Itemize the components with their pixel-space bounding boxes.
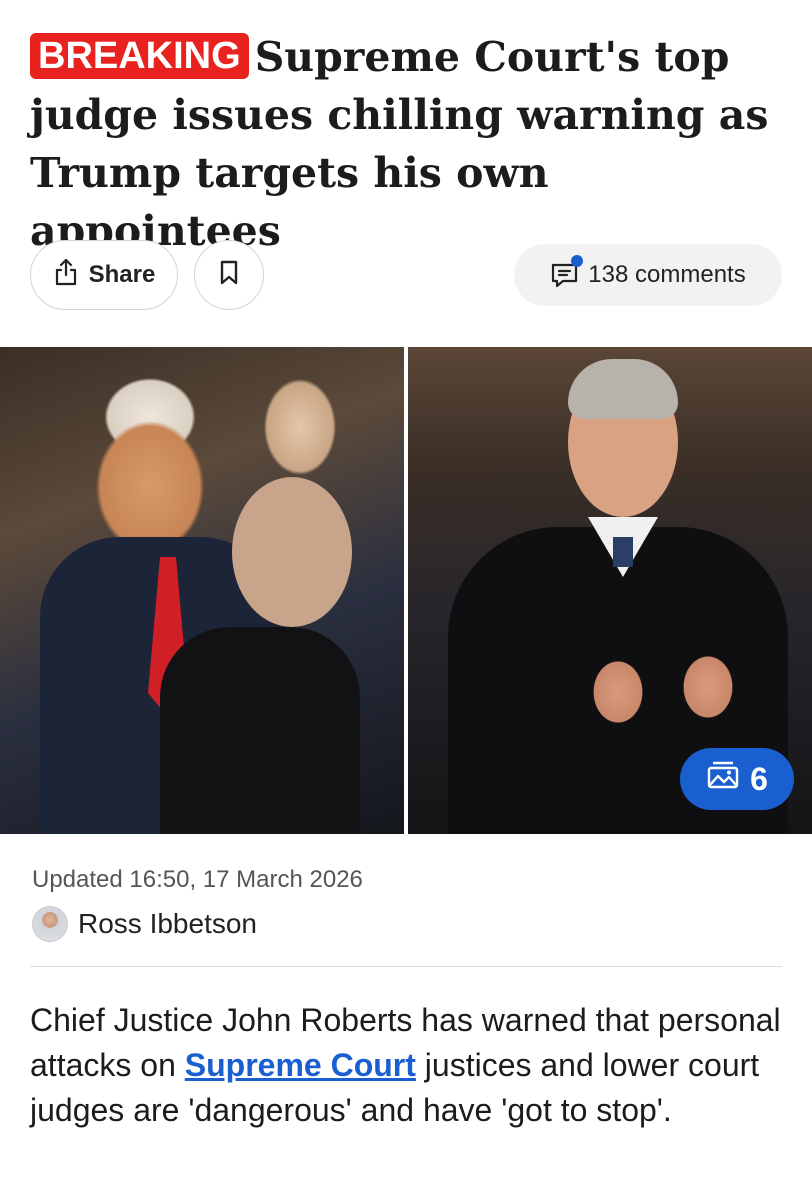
author-avatar [32, 906, 68, 942]
author-name[interactable]: Ross Ibbetson [78, 908, 257, 940]
comment-icon [550, 255, 584, 290]
photo-figure-head [232, 477, 352, 627]
unread-dot [571, 255, 584, 267]
article-headline: BREAKING Supreme Court's top judge issues… [30, 28, 790, 260]
article-intro: Chief Justice John Roberts has warned th… [30, 998, 782, 1133]
hero-photos[interactable]: 6 [0, 347, 812, 834]
photo-figure-robe [160, 627, 360, 834]
share-label: Share [88, 261, 156, 288]
comments-label: 138 comments [588, 261, 746, 288]
supreme-court-link[interactable]: Supreme Court [185, 1047, 416, 1083]
bookmark-button[interactable] [194, 240, 264, 310]
author-byline[interactable]: Ross Ibbetson [32, 905, 257, 943]
divider [30, 966, 782, 967]
photo-chief-justice[interactable]: 6 [408, 347, 812, 834]
breaking-badge: BREAKING [30, 33, 249, 79]
photo-figure-hands [578, 647, 748, 737]
comments-button[interactable]: 138 comments [514, 244, 782, 306]
share-button[interactable]: Share [30, 240, 178, 310]
bookmark-icon [219, 260, 239, 291]
gallery-count: 6 [750, 760, 768, 797]
article-actions: Share 138 comments [30, 240, 782, 310]
photo-figure-tie [613, 537, 633, 567]
gallery-icon [706, 760, 740, 798]
gallery-count-button[interactable]: 6 [680, 748, 794, 810]
photo-figure-hair [568, 359, 678, 419]
updated-timestamp: Updated 16:50, 17 March 2026 [32, 866, 363, 893]
share-icon [53, 258, 79, 293]
photo-trump-handshake[interactable] [0, 347, 404, 834]
